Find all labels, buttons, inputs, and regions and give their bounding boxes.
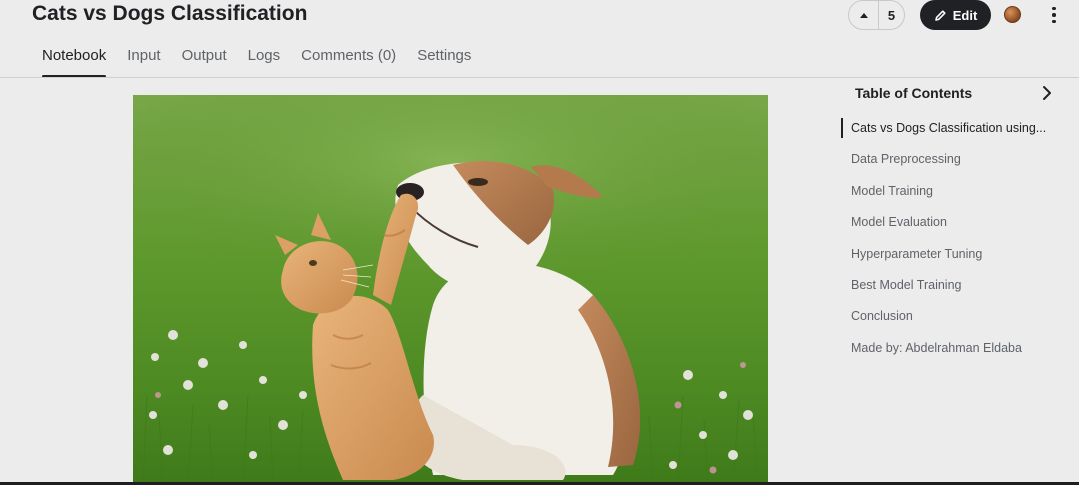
tab-bar: Notebook Input Output Logs Comments (0) … <box>42 47 471 78</box>
toc-item-model-evaluation[interactable]: Model Evaluation <box>841 210 1071 241</box>
tab-input[interactable]: Input <box>127 47 160 77</box>
tab-comments[interactable]: Comments (0) <box>301 47 396 77</box>
caret-up-icon <box>859 13 868 18</box>
tab-settings[interactable]: Settings <box>417 47 471 77</box>
edit-button[interactable]: Edit <box>920 0 991 30</box>
notebook-page: Cats vs Dogs Classification 5 Edit Noteb… <box>0 0 1079 485</box>
toc-item-best-model-training[interactable]: Best Model Training <box>841 273 1071 304</box>
vote-count: 5 <box>887 7 896 23</box>
toc-item-made-by[interactable]: Made by: Abdelrahman Eldaba <box>841 336 1071 367</box>
cat-dog-image <box>133 95 768 485</box>
avatar[interactable] <box>1004 6 1021 23</box>
tab-output[interactable]: Output <box>182 47 227 77</box>
toc-item-model-training[interactable]: Model Training <box>841 179 1071 210</box>
tab-logs[interactable]: Logs <box>248 47 281 77</box>
tab-notebook[interactable]: Notebook <box>42 47 107 78</box>
upvote-button[interactable] <box>849 1 879 29</box>
toc-item-conclusion[interactable]: Conclusion <box>841 304 1071 335</box>
page-title: Cats vs Dogs Classification <box>32 2 308 25</box>
toc-list: Cats vs Dogs Classification using... Dat… <box>841 116 1071 367</box>
vote-widget: 5 <box>848 0 905 30</box>
edit-label: Edit <box>952 7 978 23</box>
toc-item-cats-vs-dogs[interactable]: Cats vs Dogs Classification using... <box>841 116 1071 147</box>
toc-item-hyperparameter-tuning[interactable]: Hyperparameter Tuning <box>841 242 1071 273</box>
vertical-ellipsis-icon[interactable] <box>1046 5 1062 25</box>
chevron-right-icon[interactable] <box>1040 85 1054 101</box>
tab-divider <box>0 77 1079 78</box>
toc-item-data-preprocessing[interactable]: Data Preprocessing <box>841 147 1071 178</box>
pencil-icon <box>934 9 946 21</box>
toc-title: Table of Contents <box>855 85 973 101</box>
